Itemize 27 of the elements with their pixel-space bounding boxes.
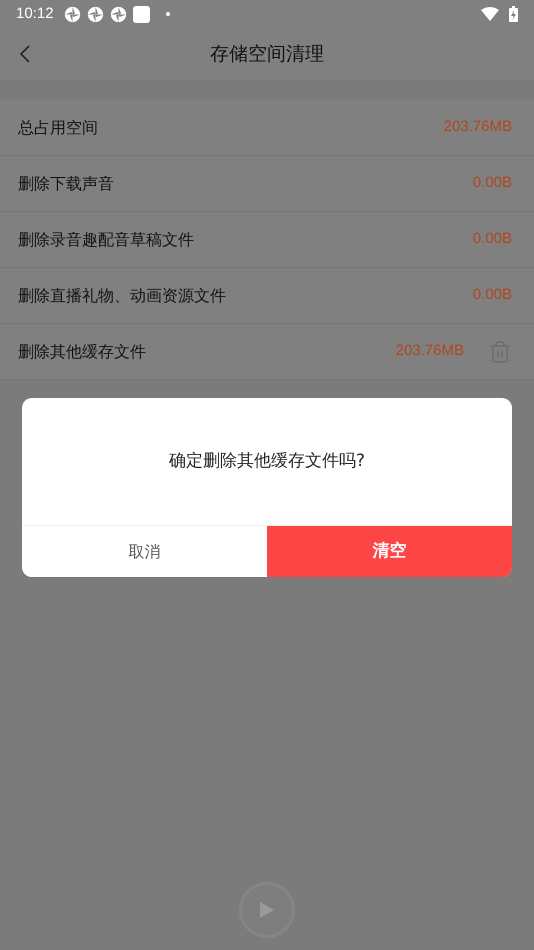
confirm-button[interactable]: 清空 xyxy=(267,526,512,577)
trash-icon[interactable] xyxy=(488,340,512,364)
settings-row[interactable]: 删除录音趣配音草稿文件 0.00B xyxy=(0,212,534,268)
settings-row[interactable]: 删除其他缓存文件 203.76MB xyxy=(0,324,534,380)
dialog-message: 确定删除其他缓存文件吗? xyxy=(168,450,366,473)
settings-row[interactable]: 删除直播礼物、动画资源文件 0.00B xyxy=(0,268,534,324)
notification-icon xyxy=(132,6,150,22)
notification-icon xyxy=(86,6,104,22)
row-label: 删除直播礼物、动画资源文件 xyxy=(18,284,226,306)
row-value: 0.00B xyxy=(472,173,512,194)
row-value: 0.00B xyxy=(472,285,512,306)
row-value: 0.00B xyxy=(472,229,512,250)
row-value: 203.76MB xyxy=(396,341,464,362)
row-label: 总占用空间 xyxy=(18,116,98,138)
row-label: 删除其他缓存文件 xyxy=(18,340,146,362)
row-label: 删除下载声音 xyxy=(18,172,114,194)
row-label: 删除录音趣配音草稿文件 xyxy=(18,228,194,250)
settings-row[interactable]: 删除下载声音 0.00B xyxy=(0,156,534,212)
wifi-icon xyxy=(481,7,499,21)
status-time: 10:12 xyxy=(16,4,54,24)
page-title: 存储空间清理 xyxy=(210,42,324,67)
row-value: 203.76MB xyxy=(444,117,512,138)
settings-row[interactable]: 总占用空间 203.76MB xyxy=(0,100,534,156)
battery-icon xyxy=(509,6,518,22)
play-icon xyxy=(259,901,275,919)
notification-icon xyxy=(110,6,127,22)
notification-icon xyxy=(64,6,81,22)
